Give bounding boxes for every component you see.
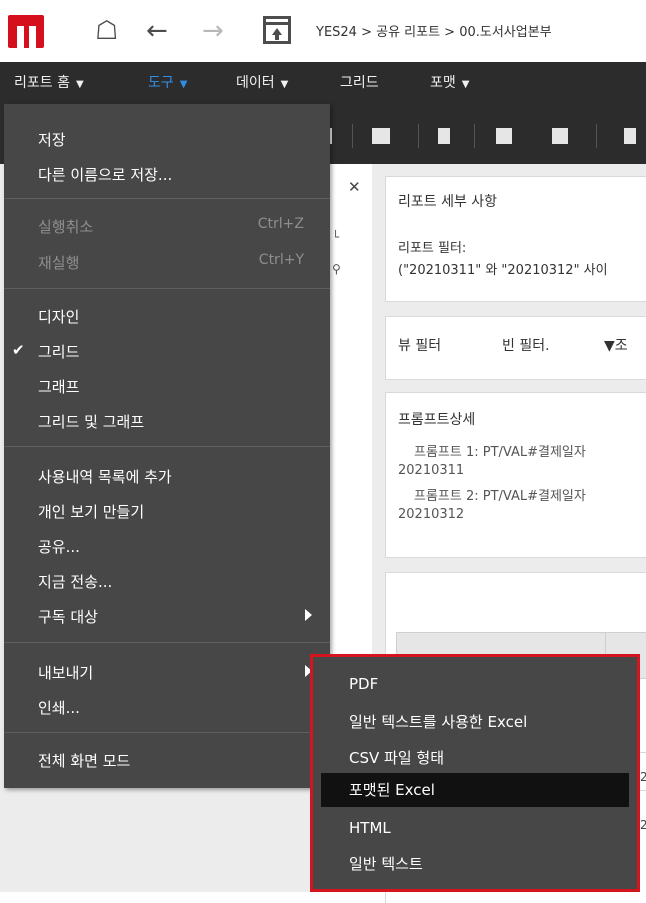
menu-item-grid[interactable]: 그리드 [38, 341, 79, 362]
menu-item-undo: 실행취소 [38, 218, 94, 236]
view-filter-label: 뷰 필터 [398, 338, 442, 354]
toolbar-separator [418, 124, 419, 148]
panel-title: 프롬프트상세 [398, 412, 476, 428]
menu-data[interactable]: 데이터 ▼ [236, 62, 288, 104]
menu-item-add-history[interactable]: 사용내역 목록에 추가 [38, 466, 172, 487]
toolbar-icon[interactable] [624, 128, 636, 144]
submenu-arrow-icon [305, 609, 312, 621]
home-icon[interactable]: ☖ [95, 16, 118, 46]
menu-item-share[interactable]: 공유... [38, 536, 80, 557]
prompt-line: 프롬프트 2: PT/VAL#결제일자 [414, 489, 586, 504]
menu-item-save[interactable]: 저장 [38, 129, 66, 150]
add-condition-button[interactable]: ▼조 [604, 335, 628, 355]
menu-item-personal-view[interactable]: 개인 보기 만들기 [38, 501, 144, 522]
menu-item-graph[interactable]: 그래프 [38, 376, 79, 397]
chevron-down-icon: ▼ [280, 79, 289, 90]
menu-item-print[interactable]: 인쇄... [38, 697, 80, 718]
toolbar-separator [474, 124, 475, 148]
grid-cell: 2 [640, 770, 646, 784]
back-arrow-icon[interactable]: ← [146, 16, 168, 46]
menu-bar: 리포트 홈 ▼ 도구 ▼ 데이터 ▼ 그리드 포맷 ▼ [0, 62, 646, 104]
view-filter-panel: 뷰 필터 빈 필터. ▼조 [385, 316, 646, 380]
prompt-line: 20210312 [398, 507, 465, 522]
export-plain-text[interactable]: 일반 텍스트 [321, 847, 629, 881]
search-icon[interactable]: ⚲ [332, 262, 341, 276]
checkmark-icon: ✔ [12, 341, 25, 359]
toolbar-separator [352, 124, 353, 148]
export-submenu: PDF 일반 텍스트를 사용한 Excel CSV 파일 형태 포맷된 Exce… [310, 654, 640, 892]
export-formatted-excel[interactable]: 포맷된 Excel [321, 773, 629, 807]
undo-shortcut: Ctrl+Z [257, 216, 304, 232]
filter-icon: ▼ [604, 338, 615, 354]
menu-format[interactable]: 포맷 ▼ [430, 62, 469, 104]
app-logo[interactable] [8, 15, 44, 48]
menu-separator [4, 288, 330, 289]
tools-dropdown-menu: 저장 다른 이름으로 저장... 실행취소 Ctrl+Z 재실행 Ctrl+Y … [4, 104, 330, 788]
empty-filter-label: 빈 필터. [502, 338, 550, 354]
chevron-down-icon: ▼ [179, 79, 188, 90]
menu-separator [4, 732, 330, 733]
menu-item-grid-and-graph[interactable]: 그리드 및 그래프 [38, 411, 144, 432]
report-filter-value: ("20210311" 와 "20210312" 사이 [398, 263, 608, 278]
export-pdf[interactable]: PDF [321, 667, 629, 701]
toolbar-icon[interactable] [372, 128, 390, 144]
menu-item-fullscreen[interactable]: 전체 화면 모드 [38, 750, 130, 771]
toolbar-icon[interactable] [438, 128, 450, 144]
grid-cell: 2 [640, 818, 646, 832]
menu-separator [4, 642, 330, 643]
chevron-down-icon: ▼ [75, 79, 84, 90]
menu-item-send-now[interactable]: 지금 전송... [38, 571, 112, 592]
top-bar: ☖ ← → YES24 > 공유 리포트 > 00.도서사업본부 [0, 0, 646, 63]
menu-item-export[interactable]: 내보내기 [38, 662, 93, 683]
prompt-line: 20210311 [398, 463, 465, 478]
logo-mark [29, 26, 36, 48]
menu-item-redo: 재실행 [38, 254, 80, 272]
redo-shortcut: Ctrl+Y [258, 252, 304, 268]
close-icon[interactable]: ✕ [348, 178, 361, 196]
prompt-line: 프롬프트 1: PT/VAL#결제일자 [414, 445, 586, 460]
menu-item-subscribe[interactable]: 구독 대상 [38, 606, 98, 627]
prompt-details-panel: 프롬프트상세 프롬프트 1: PT/VAL#결제일자 20210311 프롬프트… [385, 392, 646, 558]
chevron-down-icon: ▼ [461, 79, 470, 90]
report-filter-label: 리포트 필터: [398, 241, 467, 256]
logo-mark [17, 26, 24, 48]
upload-icon[interactable] [263, 16, 291, 44]
toolbar-separator [596, 124, 597, 148]
export-html[interactable]: HTML [321, 811, 629, 845]
menu-report-home[interactable]: 리포트 홈 ▼ [14, 62, 84, 104]
tree-icon[interactable]: └ [332, 230, 339, 244]
toolbar-icon[interactable] [552, 128, 568, 144]
forward-arrow-icon[interactable]: → [202, 16, 224, 46]
menu-grid[interactable]: 그리드 [340, 62, 379, 104]
menu-separator [4, 446, 330, 447]
export-excel-plain-text[interactable]: 일반 텍스트를 사용한 Excel [321, 705, 629, 739]
export-csv[interactable]: CSV 파일 형태 [321, 741, 629, 775]
breadcrumb[interactable]: YES24 > 공유 리포트 > 00.도서사업본부 [316, 21, 552, 40]
panel-title: 리포트 세부 사항 [398, 194, 498, 210]
report-details-panel: 리포트 세부 사항 리포트 필터: ("20210311" 와 "2021031… [385, 176, 646, 302]
toolbar-icon[interactable] [496, 128, 512, 144]
menu-tools[interactable]: 도구 ▼ [148, 62, 187, 104]
menu-item-save-as[interactable]: 다른 이름으로 저장... [38, 164, 172, 185]
menu-separator [4, 198, 330, 199]
menu-item-design[interactable]: 디자인 [38, 306, 79, 327]
